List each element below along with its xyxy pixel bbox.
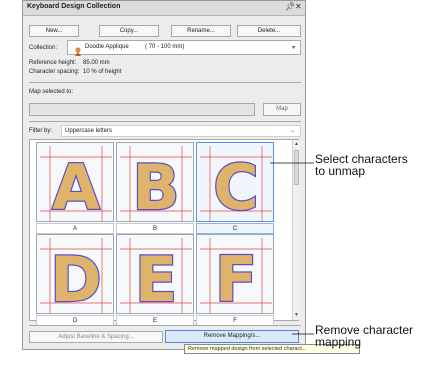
callout-remove-line2: mapping [315,335,362,349]
callout-select-line2: to unmap [315,164,366,178]
callout-lines [270,162,314,335]
